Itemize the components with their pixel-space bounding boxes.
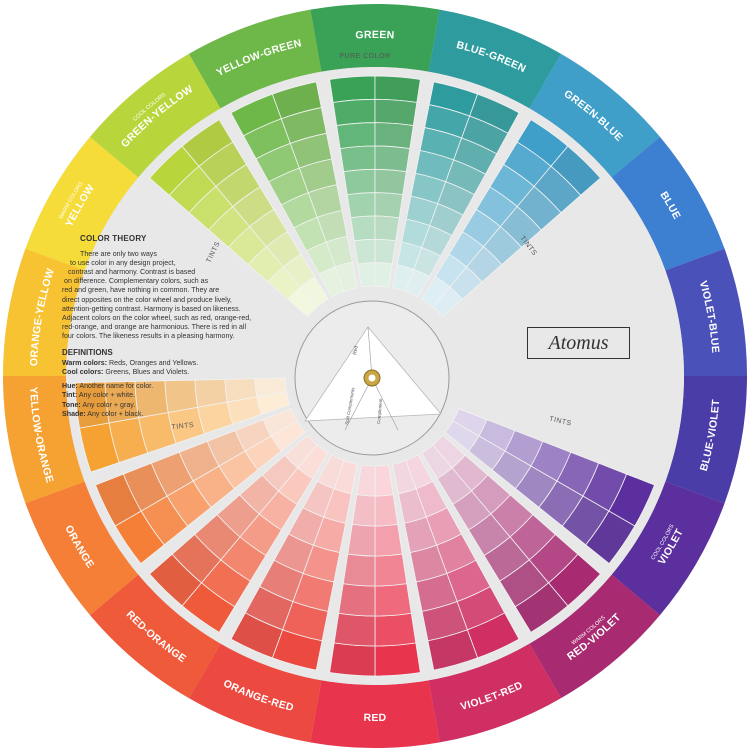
- tint-cell-green: [374, 145, 411, 173]
- theory-line: direct opposites on the color wheel and …: [62, 295, 232, 304]
- definition-item: Hue: Another name for color.: [62, 382, 294, 391]
- center-hole: [368, 374, 376, 382]
- theory-line: to use color in any design project,: [70, 259, 176, 268]
- theory-paragraph: There are only two ways to use color in a…: [62, 250, 294, 341]
- theory-line: red-orange, and orange are harmonious. T…: [62, 322, 247, 331]
- tint-cell-red: [374, 523, 403, 557]
- tint-cell-green: [374, 192, 404, 219]
- theory-line: There are only two ways: [80, 250, 157, 259]
- definition-term: Tone:: [62, 400, 81, 409]
- definition-text: Any color + gray.: [80, 400, 136, 409]
- theory-title: COLOR THEORY: [80, 234, 147, 243]
- tint-cell-red: [347, 523, 376, 557]
- definition-term: Shade:: [62, 409, 86, 418]
- definition-term: Tint:: [62, 391, 78, 400]
- theory-line: contrast and harmony. Contrast is based: [68, 268, 196, 277]
- definition-item: Shade: Any color + black.: [62, 410, 294, 419]
- tint-cell-red: [329, 642, 376, 677]
- tint-cell-green: [329, 75, 376, 103]
- tint-cell-red: [374, 553, 408, 587]
- tint-cell-red: [333, 612, 376, 647]
- theory-line: on difference. Complementary colors, suc…: [64, 277, 209, 286]
- tint-cell-green: [374, 262, 393, 288]
- definition-text: Greens, Blues and Violets.: [103, 368, 190, 377]
- tint-cell-green: [336, 122, 376, 150]
- tint-cell-green: [346, 192, 376, 219]
- tint-cell-red: [342, 553, 376, 587]
- tint-cell-red: [374, 583, 412, 617]
- tint-cell-green: [374, 98, 418, 127]
- tint-cell-green: [339, 145, 376, 173]
- tint-cell-green: [374, 215, 400, 242]
- tint-cell-green: [343, 168, 376, 196]
- theory-line: attention-getting contrast. Harmony is b…: [62, 304, 241, 313]
- center-dial[interactable]: Red Split Complements Complement: [294, 300, 450, 456]
- brand-logo: Atomus: [548, 331, 609, 354]
- theory-line: red and green, have nothing in common. T…: [62, 286, 220, 295]
- ring-label-red: RED: [363, 712, 386, 724]
- tint-cell-green: [374, 75, 421, 103]
- pure-color-label: PURE COLOR: [339, 53, 390, 60]
- tint-cell-red: [338, 583, 376, 617]
- definition-term: Hue:: [62, 382, 78, 391]
- tint-cell-green: [374, 168, 407, 196]
- tint-cell-red: [374, 642, 421, 677]
- definitions-list: Warm colors: Reds, Oranges and Yellows. C…: [62, 359, 294, 377]
- tint-cell-green: [332, 98, 376, 127]
- definition-item: Tone: Any color + gray.: [62, 401, 294, 410]
- tint-cell-green: [357, 262, 376, 288]
- definition-item: Warm colors: Reds, Oranges and Yellows.: [62, 359, 294, 368]
- definition-item: Tint: Any color + white.: [62, 391, 294, 400]
- definitions-title: DEFINITIONS: [62, 348, 113, 358]
- definition-item: Cool colors: Greens, Blues and Violets.: [62, 368, 294, 377]
- definition-text: Any color + black.: [85, 409, 144, 418]
- tint-cell-green: [350, 215, 376, 242]
- theory-line: Adjacent colors on the color wheel, such…: [62, 313, 252, 322]
- theory-line: four colors. The likeness results in a p…: [62, 331, 235, 340]
- definition-text: Any color + white.: [77, 391, 135, 400]
- definition-text: Another name for color.: [77, 382, 154, 391]
- tint-cell-green: [374, 238, 397, 265]
- tint-cell-green: [353, 238, 376, 265]
- brand-logo-box: Atomus: [527, 327, 630, 359]
- tint-cell-green: [374, 122, 414, 150]
- definitions-list-2: Hue: Another name for color. Tint: Any co…: [62, 382, 294, 418]
- definition-text: Reds, Oranges and Yellows.: [107, 359, 199, 368]
- tint-cell-red: [374, 612, 417, 647]
- color-theory-panel: COLOR THEORY There are only two ways to u…: [62, 234, 294, 419]
- ring-label-green: GREEN: [355, 29, 395, 42]
- definition-term: Warm colors:: [62, 359, 108, 368]
- definition-term: Cool colors:: [62, 368, 104, 377]
